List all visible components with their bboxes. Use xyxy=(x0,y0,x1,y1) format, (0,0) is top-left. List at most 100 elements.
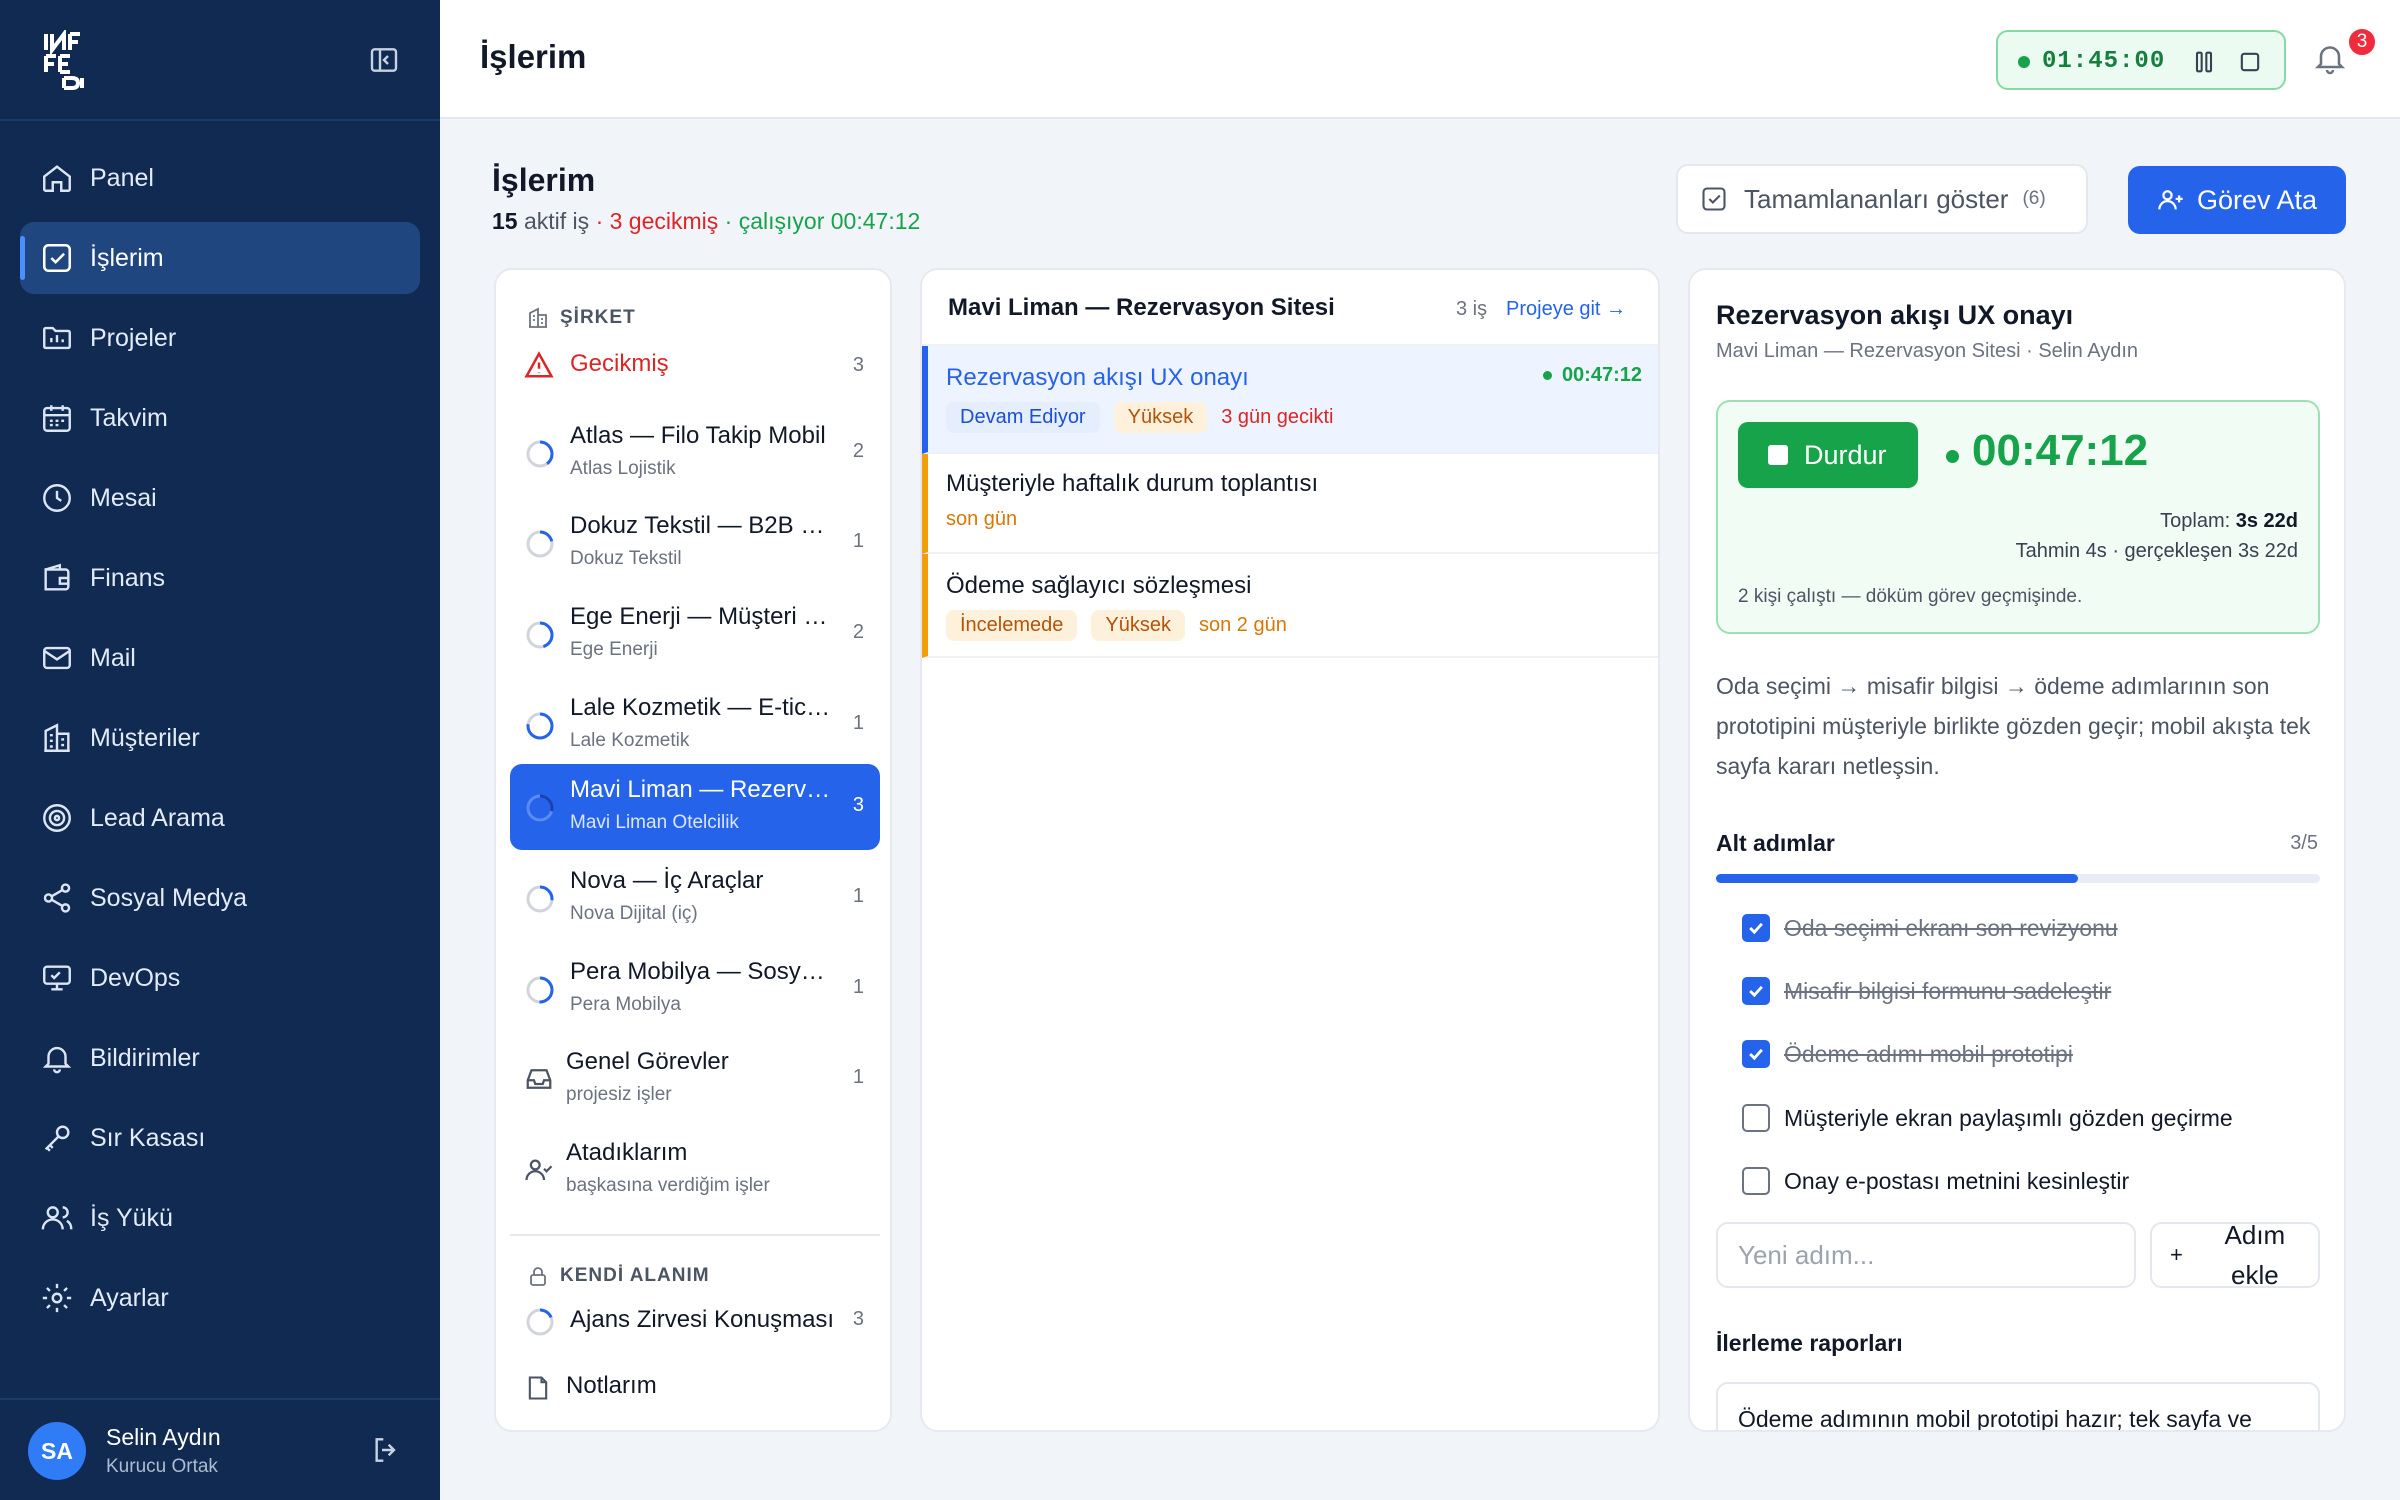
due-label: son 2 gün xyxy=(1199,614,1287,636)
project-item[interactable]: Ege Enerji — Müşteri Paneli Ege Enerji 2 xyxy=(510,591,880,677)
project-name: Mavi Liman — Rezervasyon Sitesi xyxy=(570,776,838,803)
timer-running-dot xyxy=(1542,371,1552,380)
sidebar-item-mesai[interactable]: Mesai xyxy=(20,462,420,534)
sidebar-item-mail[interactable]: Mail xyxy=(20,622,420,694)
tasks-panel: Mavi Liman — Rezervasyon Sitesi 3 iş Pro… xyxy=(920,268,1660,1432)
share-icon xyxy=(43,883,71,913)
project-item[interactable]: Dokuz Tekstil — B2B Portal Dokuz Tekstil… xyxy=(510,500,880,586)
progress-ring-icon xyxy=(526,885,554,913)
sidebar-item-islerim[interactable]: İşlerim xyxy=(20,222,420,294)
project-item-selected[interactable]: Mavi Liman — Rezervasyon Sitesi Mavi Lim… xyxy=(510,764,880,850)
task-tags: son gün xyxy=(946,508,1017,531)
project-name: Lale Kozmetik — E-ticaret xyxy=(570,694,838,721)
project-name: Atadıklarım xyxy=(566,1139,688,1166)
subtask-item[interactable]: Ödeme adımı mobil prototipi xyxy=(1742,1040,2073,1068)
progress-reports-heading: İlerleme raporları xyxy=(1716,1330,1903,1356)
sidebar-item-sir-kasasi[interactable]: Sır Kasası xyxy=(20,1102,420,1174)
project-client: Dokuz Tekstil xyxy=(570,548,682,569)
project-count: 1 xyxy=(852,1066,864,1088)
subtask-checkbox[interactable] xyxy=(1742,914,1770,942)
overdue-summary: 3 gecikmiş xyxy=(609,208,719,234)
project-item-assigned[interactable]: Atadıklarım başkasına verdiğim işler xyxy=(510,1127,880,1213)
project-count: 2 xyxy=(852,440,864,462)
progress-ring-icon xyxy=(526,440,554,468)
monitor-icon xyxy=(43,965,71,991)
sidebar-item-label: Ayarlar xyxy=(90,1283,169,1312)
page-title: İşlerim xyxy=(480,38,587,75)
project-count: 1 xyxy=(852,712,864,734)
sidebar-item-lead-arama[interactable]: Lead Arama xyxy=(20,782,420,854)
progress-report-item[interactable]: Ödeme adımının mobil prototipi hazır; te… xyxy=(1716,1382,2320,1430)
notifications-bell-icon[interactable] xyxy=(2312,40,2348,76)
project-client: Nova Dijital (iç) xyxy=(570,903,698,924)
notes-label: Notlarım xyxy=(566,1372,657,1399)
sidebar-collapse-button[interactable] xyxy=(368,44,400,76)
subtask-item[interactable]: Misafir bilgisi formunu sadeleştir xyxy=(1742,977,2111,1005)
project-count: 3 xyxy=(852,1308,864,1330)
total-time: Toplam: 3s 22d xyxy=(2160,510,2298,533)
logo-icon[interactable] xyxy=(42,30,88,90)
avatar[interactable]: SA xyxy=(28,1422,86,1480)
subtasks-progress-bar xyxy=(1716,874,2320,883)
timer-running-dot xyxy=(2018,56,2030,68)
project-item-own[interactable]: Ajans Zirvesi Konuşması 3 xyxy=(510,1284,880,1358)
project-count: 3 xyxy=(852,354,864,376)
global-timer[interactable]: 01:45:00 xyxy=(1996,30,2286,90)
go-to-project-link[interactable]: Projeye git → xyxy=(1506,298,1626,321)
project-count: 1 xyxy=(852,976,864,998)
time-tracker-card: Durdur 00:47:12 Toplam: 3s 22d Tahmin 4s… xyxy=(1716,400,2320,634)
stop-timer-button[interactable]: Durdur xyxy=(1738,422,1918,488)
task-name: Ödeme sağlayıcı sözleşmesi xyxy=(946,572,1252,599)
notes-item[interactable]: Notlarım xyxy=(510,1354,880,1418)
sidebar-item-finans[interactable]: Finans xyxy=(20,542,420,614)
subtask-item[interactable]: Oda seçimi ekranı son revizyonu xyxy=(1742,914,2118,942)
timer-running-dot xyxy=(1946,450,1959,463)
subtask-checkbox[interactable] xyxy=(1742,1167,1770,1195)
user-role: Kurucu Ortak xyxy=(106,1456,218,1477)
sidebar-item-ayarlar[interactable]: Ayarlar xyxy=(20,1262,420,1334)
sidebar-item-musteriler[interactable]: Müşteriler xyxy=(20,702,420,774)
project-item[interactable]: Lale Kozmetik — E-ticaret Lale Kozmetik … xyxy=(510,682,880,768)
subtask-checkbox[interactable] xyxy=(1742,1040,1770,1068)
subtask-checkbox[interactable] xyxy=(1742,1104,1770,1132)
sidebar-item-sosyal-medya[interactable]: Sosyal Medya xyxy=(20,862,420,934)
subtask-label: Oda seçimi ekranı son revizyonu xyxy=(1784,914,2118,941)
building-icon xyxy=(44,723,70,752)
subtask-label: Onay e-postası metnini kesinleştir xyxy=(1784,1167,2130,1194)
inbox-icon xyxy=(526,1069,552,1089)
estimate-text: Tahmin 4s · gerçekleşen 3s 22d xyxy=(2015,540,2298,562)
project-item-general[interactable]: Genel Görevler projesiz işler 1 xyxy=(510,1036,880,1122)
logout-icon[interactable] xyxy=(370,1434,402,1466)
users-icon xyxy=(41,1206,73,1230)
pause-icon[interactable] xyxy=(2190,48,2218,76)
task-detail-panel: Rezervasyon akışı UX onayı Mavi Liman — … xyxy=(1688,268,2346,1432)
sidebar-item-takvim[interactable]: Takvim xyxy=(20,382,420,454)
project-count: 2 xyxy=(852,621,864,643)
show-completed-button[interactable]: Tamamlananları göster (6) xyxy=(1676,164,2088,234)
sidebar-item-projeler[interactable]: Projeler xyxy=(20,302,420,374)
subtask-item[interactable]: Onay e-postası metnini kesinleştir xyxy=(1742,1167,2129,1195)
project-item[interactable]: Atlas — Filo Takip Mobil Atlas Lojistik … xyxy=(510,410,880,496)
sidebar-item-devops[interactable]: DevOps xyxy=(20,942,420,1014)
add-step-button[interactable]: + Adım ekle xyxy=(2150,1220,2320,1290)
task-item[interactable]: Ödeme sağlayıcı sözleşmesi İncelemede Yü… xyxy=(922,554,1658,658)
sidebar-item-label: Panel xyxy=(90,163,154,192)
sidebar-item-is-yuku[interactable]: İş Yükü xyxy=(20,1182,420,1254)
sidebar-item-bildirimler[interactable]: Bildirimler xyxy=(20,1022,420,1094)
new-step-input[interactable] xyxy=(1716,1222,2136,1288)
subtask-item[interactable]: Müşteriyle ekran paylaşımlı gözden geçir… xyxy=(1742,1104,2233,1132)
project-client: Atlas Lojistik xyxy=(570,458,676,479)
task-item-selected[interactable]: Rezervasyon akışı UX onayı 00:47:12 Deva… xyxy=(922,346,1658,454)
project-item-overdue[interactable]: Gecikmiş 3 xyxy=(510,324,880,410)
subtask-checkbox[interactable] xyxy=(1742,977,1770,1005)
assign-task-button[interactable]: Görev Ata xyxy=(2128,166,2346,234)
stop-icon[interactable] xyxy=(2236,48,2264,76)
subtask-label: Müşteriyle ekran paylaşımlı gözden geçir… xyxy=(1784,1104,2233,1131)
tasks-count: 3 iş xyxy=(1456,298,1488,320)
sidebar-item-panel[interactable]: Panel xyxy=(20,142,420,214)
project-item[interactable]: Nova — İç Araçlar Nova Dijital (iç) 1 xyxy=(510,855,880,941)
project-client: Pera Mobilya xyxy=(570,994,681,1015)
task-item[interactable]: Müşteriyle haftalık durum toplantısı son… xyxy=(922,454,1658,554)
sidebar-item-label: Sosyal Medya xyxy=(90,883,248,912)
project-item[interactable]: Pera Mobilya — Sosyal Medya Pera Mobilya… xyxy=(510,946,880,1032)
